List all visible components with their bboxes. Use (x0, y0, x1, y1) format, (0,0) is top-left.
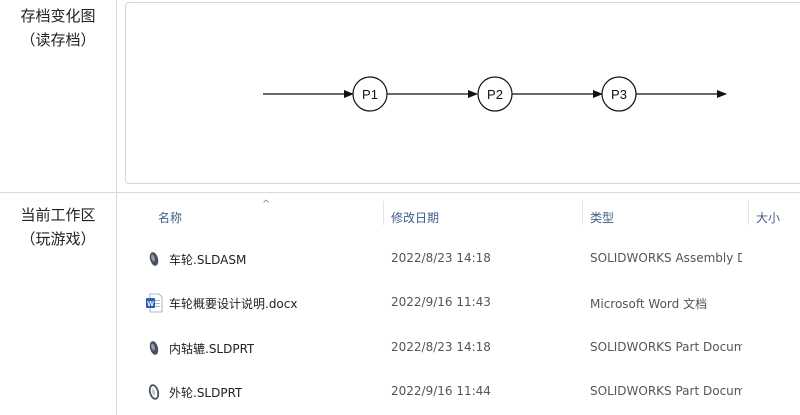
file-modified: 2022/9/16 11:43 (391, 295, 491, 309)
archive-diagram-panel: P1 P2 P3 (125, 2, 800, 184)
file-modified: 2022/9/16 11:44 (391, 384, 491, 398)
workspace-label-line2: （玩游戏） (20, 230, 96, 248)
workspace-label-line1: 当前工作区 (20, 206, 96, 224)
archive-label-line1: 存档变化图 (20, 7, 96, 25)
solidworks-assembly-icon (149, 252, 159, 266)
column-header-type[interactable]: 类型 (590, 209, 614, 226)
solidworks-part-icon (149, 341, 159, 355)
node-label: P2 (487, 87, 503, 102)
file-row[interactable]: 内轱辘.SLDPRT 2022/8/23 14:18 SOLIDWORKS Pa… (117, 333, 800, 363)
node-label: P3 (611, 87, 627, 102)
column-separator[interactable] (748, 201, 749, 225)
file-type: SOLIDWORKS Assembly D... (590, 251, 742, 265)
column-separator[interactable] (383, 201, 384, 225)
file-modified: 2022/8/23 14:18 (391, 340, 491, 354)
file-modified: 2022/8/23 14:18 (391, 251, 491, 265)
file-row[interactable]: 外轮.SLDPRT 2022/9/16 11:44 SOLIDWORKS Par… (117, 377, 800, 407)
file-name: 内轱辘.SLDPRT (169, 342, 255, 356)
file-type: SOLIDWORKS Part Docum... (590, 340, 742, 354)
node-label: P1 (362, 87, 378, 102)
archive-flow-diagram: P1 P2 P3 (263, 76, 727, 112)
archive-label-line2: （读存档） (20, 31, 96, 49)
svg-text:W: W (147, 301, 154, 308)
file-type: Microsoft Word 文档 (590, 297, 708, 311)
file-name: 车轮概要设计说明.docx (169, 297, 298, 311)
file-name: 车轮.SLDASM (169, 253, 247, 267)
column-header-modified[interactable]: 修改日期 (391, 209, 439, 226)
state-node-p3: P3 (601, 76, 637, 112)
archive-section-label: 存档变化图 （读存档） (3, 4, 113, 52)
file-type: SOLIDWORKS Part Docum... (590, 384, 742, 398)
state-node-p1: P1 (352, 76, 388, 112)
workspace-section-label: 当前工作区 （玩游戏） (3, 203, 113, 251)
solidworks-part-outline-icon (148, 384, 160, 400)
state-node-p2: P2 (477, 76, 513, 112)
column-header-name[interactable]: 名称 (158, 209, 182, 226)
file-explorer: ^ 名称 修改日期 类型 大小 车轮.SLDASM 2022/8/23 14:1… (117, 193, 800, 415)
word-document-icon: W (146, 293, 163, 313)
file-row[interactable]: 车轮.SLDASM 2022/8/23 14:18 SOLIDWORKS Ass… (117, 244, 800, 274)
column-separator[interactable] (582, 201, 583, 225)
file-row[interactable]: W 车轮概要设计说明.docx 2022/9/16 11:43 Microsof… (117, 288, 800, 318)
column-header-size[interactable]: 大小 (756, 209, 780, 226)
file-name: 外轮.SLDPRT (169, 386, 243, 400)
sort-indicator-icon: ^ (262, 199, 271, 210)
